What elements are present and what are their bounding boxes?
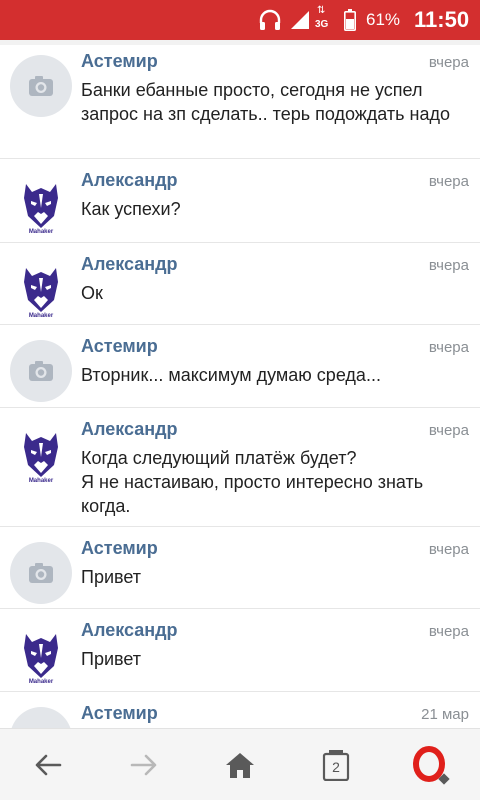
- avatar-wolf-logo[interactable]: Mahaker: [10, 423, 72, 485]
- back-button[interactable]: [16, 729, 80, 800]
- dialog-row[interactable]: Астемир вчера Привет: [0, 527, 480, 609]
- sender-name: Александр: [81, 620, 178, 640]
- message-preview-text: Привет: [81, 649, 142, 669]
- sender-name: Александр: [81, 170, 178, 190]
- sender-name: Астемир: [81, 538, 158, 558]
- battery-icon: [344, 0, 358, 40]
- browser-bottom-bar: 2: [0, 728, 480, 800]
- dialog-row[interactable]: Mahaker Александр вчера Когда следующий пл…: [0, 408, 480, 527]
- message-date: вчера: [428, 541, 469, 558]
- camera-icon: [29, 76, 53, 96]
- tabs-icon: 2: [322, 749, 350, 781]
- status-bar: ⇅ 3G 61% 11:50: [0, 0, 480, 40]
- camera-icon: [29, 361, 53, 381]
- dialog-row[interactable]: Mahaker Александр вчера Привет: [0, 609, 480, 692]
- message-date: вчера: [428, 422, 469, 439]
- message-preview-text: Банки ебанные просто, сегодня не успел з…: [81, 80, 451, 124]
- avatar-camera-placeholder[interactable]: [10, 542, 72, 604]
- avatar-camera-placeholder[interactable]: [10, 707, 72, 728]
- sender-name: Александр: [81, 419, 178, 439]
- svg-text:Mahaker: Mahaker: [29, 313, 54, 319]
- avatar-camera-placeholder[interactable]: [10, 340, 72, 402]
- opera-menu-button[interactable]: [400, 729, 464, 800]
- camera-icon: [10, 707, 72, 728]
- svg-text:Mahaker: Mahaker: [29, 478, 54, 484]
- message-date: вчера: [428, 257, 469, 274]
- dialog-message-list[interactable]: Астемир вчера Банки ебанные просто, сегодн…: [0, 40, 480, 728]
- wolf-logo-icon: Mahaker: [24, 268, 58, 319]
- svg-text:Mahaker: Mahaker: [29, 679, 54, 685]
- clock: 11:50: [414, 7, 470, 32]
- tabs-count: 2: [332, 759, 340, 775]
- network-icon: ⇅ 3G: [313, 0, 337, 40]
- dialog-row[interactable]: Астемир вчера Банки ебанные просто, сегодн…: [0, 40, 480, 159]
- message-preview-text: Когда следующий платёж будет? Я не наста…: [81, 448, 424, 516]
- wolf-logo-icon: Mahaker: [24, 184, 58, 235]
- dialog-row[interactable]: Mahaker Александр вчера Как успехи?: [0, 159, 480, 243]
- data-arrows-icon: ⇅: [317, 5, 326, 16]
- dialog-row[interactable]: Mahaker Александр вчера Ок: [0, 243, 480, 325]
- battery-percent: 61%: [366, 10, 401, 29]
- message-preview-text: Ок: [81, 283, 103, 303]
- signal-icon: [290, 0, 310, 40]
- forward-button[interactable]: [112, 729, 176, 800]
- avatar-wolf-logo[interactable]: Mahaker: [10, 258, 72, 320]
- sender-name: Астемир: [81, 336, 158, 356]
- message-date: вчера: [428, 173, 469, 190]
- network-type-label: 3G: [315, 19, 329, 30]
- headset-icon: [258, 0, 284, 40]
- message-date: вчера: [428, 54, 469, 71]
- sender-name: Александр: [81, 254, 178, 274]
- message-date: 21 мар: [421, 706, 469, 723]
- sender-name: Астемир: [81, 703, 158, 723]
- dialog-row[interactable]: Астемир 21 мар: [0, 692, 480, 728]
- back-arrow-icon: [35, 754, 62, 776]
- message-date: вчера: [428, 623, 469, 640]
- sender-name: Астемир: [81, 51, 158, 71]
- wolf-logo-icon: Mahaker: [24, 634, 58, 685]
- svg-text:Mahaker: Mahaker: [29, 229, 54, 235]
- camera-icon: [29, 563, 53, 583]
- home-icon: [226, 753, 254, 778]
- home-button[interactable]: [208, 729, 272, 800]
- message-preview-text: Привет: [81, 567, 142, 587]
- message-preview-text: Как успехи?: [81, 199, 181, 219]
- avatar-wolf-logo[interactable]: Mahaker: [10, 174, 72, 236]
- message-preview-text: Вторник... максимум думаю среда...: [81, 365, 381, 385]
- message-date: вчера: [428, 339, 469, 356]
- opera-icon: [413, 746, 450, 785]
- avatar-wolf-logo[interactable]: Mahaker: [10, 624, 72, 686]
- tabs-button[interactable]: 2: [304, 729, 368, 800]
- avatar-camera-placeholder[interactable]: [10, 55, 72, 117]
- wolf-logo-icon: Mahaker: [24, 433, 58, 484]
- dialog-row[interactable]: Астемир вчера Вторник... максимум думаю ср…: [0, 325, 480, 408]
- forward-arrow-icon: [130, 754, 157, 776]
